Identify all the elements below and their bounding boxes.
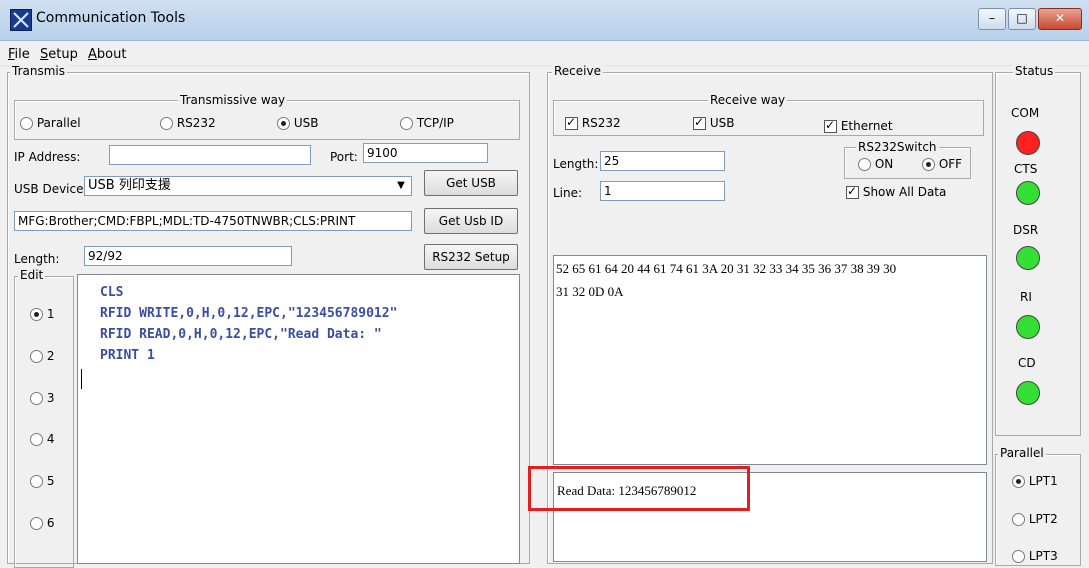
transmissive-way-label: Transmissive way xyxy=(178,93,288,107)
edit-slot-1-icon xyxy=(30,308,43,321)
minimize-button[interactable]: – xyxy=(978,8,1006,30)
status-dsr-label: DSR xyxy=(1013,223,1039,237)
show-all-data-check-icon xyxy=(846,184,859,199)
edit-slot-4[interactable]: 4 xyxy=(30,432,54,446)
cts-indicator-icon xyxy=(1016,181,1040,205)
edit-slot-5[interactable]: 5 xyxy=(30,474,54,488)
usb-device-select[interactable]: USB 列印支援 xyxy=(84,176,412,196)
radio-rs232[interactable]: RS232 xyxy=(160,116,216,130)
code-line: CLS xyxy=(100,285,124,300)
length-label: Length: xyxy=(14,252,60,266)
radio-lpt1[interactable]: LPT1 xyxy=(1012,474,1058,488)
edit-slot-6[interactable]: 6 xyxy=(30,516,54,530)
status-cd-label: CD xyxy=(1018,356,1036,370)
code-line: PRINT 1 xyxy=(100,348,155,363)
length-field: 92/92 xyxy=(84,246,292,266)
hex-line: 52 65 61 64 20 44 61 74 61 3A 20 31 32 3… xyxy=(556,261,897,276)
menu-bar: File Setup About xyxy=(0,41,1089,66)
menu-file[interactable]: File xyxy=(8,47,30,62)
dsr-indicator-icon xyxy=(1016,246,1040,270)
radio-parallel[interactable]: Parallel xyxy=(20,116,81,130)
rs232-switch-label: RS232Switch xyxy=(856,140,939,154)
get-usb-button[interactable]: Get USB xyxy=(424,170,518,196)
edit-slot-5-icon xyxy=(30,475,43,488)
rs232-setup-button[interactable]: RS232 Setup xyxy=(424,244,518,270)
title-bar: Communication Tools – □ ✕ xyxy=(0,0,1089,41)
highlight-box xyxy=(528,466,750,511)
radio-lpt2-icon xyxy=(1012,513,1025,526)
edit-slot-4-icon xyxy=(30,433,43,446)
edit-slot-6-icon xyxy=(30,517,43,530)
receive-line-label: Line: xyxy=(553,186,583,200)
command-editor[interactable]: CLS RFID WRITE,0,H,0,12,EPC,"12345678901… xyxy=(77,274,520,564)
receive-line-field: 1 xyxy=(600,181,725,201)
parallel-group-label: Parallel xyxy=(998,446,1046,460)
checkbox-rs232[interactable]: RS232 xyxy=(565,115,621,130)
show-all-data-checkbox[interactable]: Show All Data xyxy=(846,184,946,199)
device-id-field[interactable]: MFG:Brother;CMD:FBPL;MDL:TD-4750TNWBR;CL… xyxy=(14,211,412,231)
radio-rs232-icon xyxy=(160,117,173,130)
radio-tcpip-icon xyxy=(400,117,413,130)
edit-slot-3[interactable]: 3 xyxy=(30,391,54,405)
receive-group-label: Receive xyxy=(552,64,603,78)
hex-receive-area[interactable]: 52 65 61 64 20 44 61 74 61 3A 20 31 32 3… xyxy=(553,255,987,465)
port-label: Port: xyxy=(330,150,358,164)
transmit-group-label: Transmis xyxy=(10,64,67,78)
switch-off-radio[interactable]: OFF xyxy=(922,157,962,171)
app-icon xyxy=(10,9,32,31)
code-line: RFID READ,0,H,0,12,EPC,"Read Data: " xyxy=(100,327,382,342)
radio-usb-icon xyxy=(277,117,290,130)
checkbox-usb-icon xyxy=(693,115,706,130)
text-cursor xyxy=(81,369,82,389)
checkbox-ethernet-icon xyxy=(824,118,837,133)
code-line: RFID WRITE,0,H,0,12,EPC,"123456789012" xyxy=(100,306,398,321)
close-button[interactable]: ✕ xyxy=(1038,8,1082,30)
radio-lpt2[interactable]: LPT2 xyxy=(1012,512,1058,526)
menu-setup[interactable]: Setup xyxy=(40,47,78,62)
window-title: Communication Tools xyxy=(36,10,186,26)
com-indicator-icon xyxy=(1016,131,1040,155)
checkbox-usb[interactable]: USB xyxy=(693,115,734,130)
status-cts-label: CTS xyxy=(1014,162,1038,176)
radio-lpt3-icon xyxy=(1012,550,1025,563)
switch-on-radio-icon xyxy=(858,158,871,171)
status-group-label: Status xyxy=(1013,64,1056,78)
cd-indicator-icon xyxy=(1016,381,1040,405)
edit-group-label: Edit xyxy=(18,268,46,282)
edit-slot-3-icon xyxy=(30,392,43,405)
checkbox-ethernet[interactable]: Ethernet xyxy=(824,118,895,133)
chevron-down-icon[interactable]: ▼ xyxy=(393,178,409,194)
status-com-label: COM xyxy=(1011,106,1040,120)
menu-about[interactable]: About xyxy=(88,47,126,62)
radio-lpt1-icon xyxy=(1012,475,1025,488)
radio-tcpip[interactable]: TCP/IP xyxy=(400,116,454,130)
receive-length-label: Length: xyxy=(553,157,599,171)
maximize-button[interactable]: □ xyxy=(1008,8,1036,30)
edit-slot-1[interactable]: 1 xyxy=(30,307,54,321)
edit-slot-2[interactable]: 2 xyxy=(30,349,54,363)
get-usb-id-button[interactable]: Get Usb ID xyxy=(424,208,518,234)
edit-slot-2-icon xyxy=(30,350,43,363)
receive-length-field: 25 xyxy=(600,151,725,171)
radio-usb[interactable]: USB xyxy=(277,116,318,130)
ri-indicator-icon xyxy=(1016,315,1040,339)
ip-address-input[interactable] xyxy=(109,145,311,165)
switch-off-radio-icon xyxy=(922,158,935,171)
usb-device-label: USB Device: xyxy=(14,182,88,196)
ip-address-label: IP Address: xyxy=(14,150,81,164)
hex-line: 31 32 0D 0A xyxy=(556,284,624,299)
radio-parallel-icon xyxy=(20,117,33,130)
checkbox-rs232-icon xyxy=(565,115,578,130)
port-input[interactable]: 9100 xyxy=(363,143,488,163)
status-ri-label: RI xyxy=(1020,290,1032,304)
switch-on-radio[interactable]: ON xyxy=(858,157,893,171)
receive-way-label: Receive way xyxy=(708,93,788,107)
radio-lpt3[interactable]: LPT3 xyxy=(1012,549,1058,563)
